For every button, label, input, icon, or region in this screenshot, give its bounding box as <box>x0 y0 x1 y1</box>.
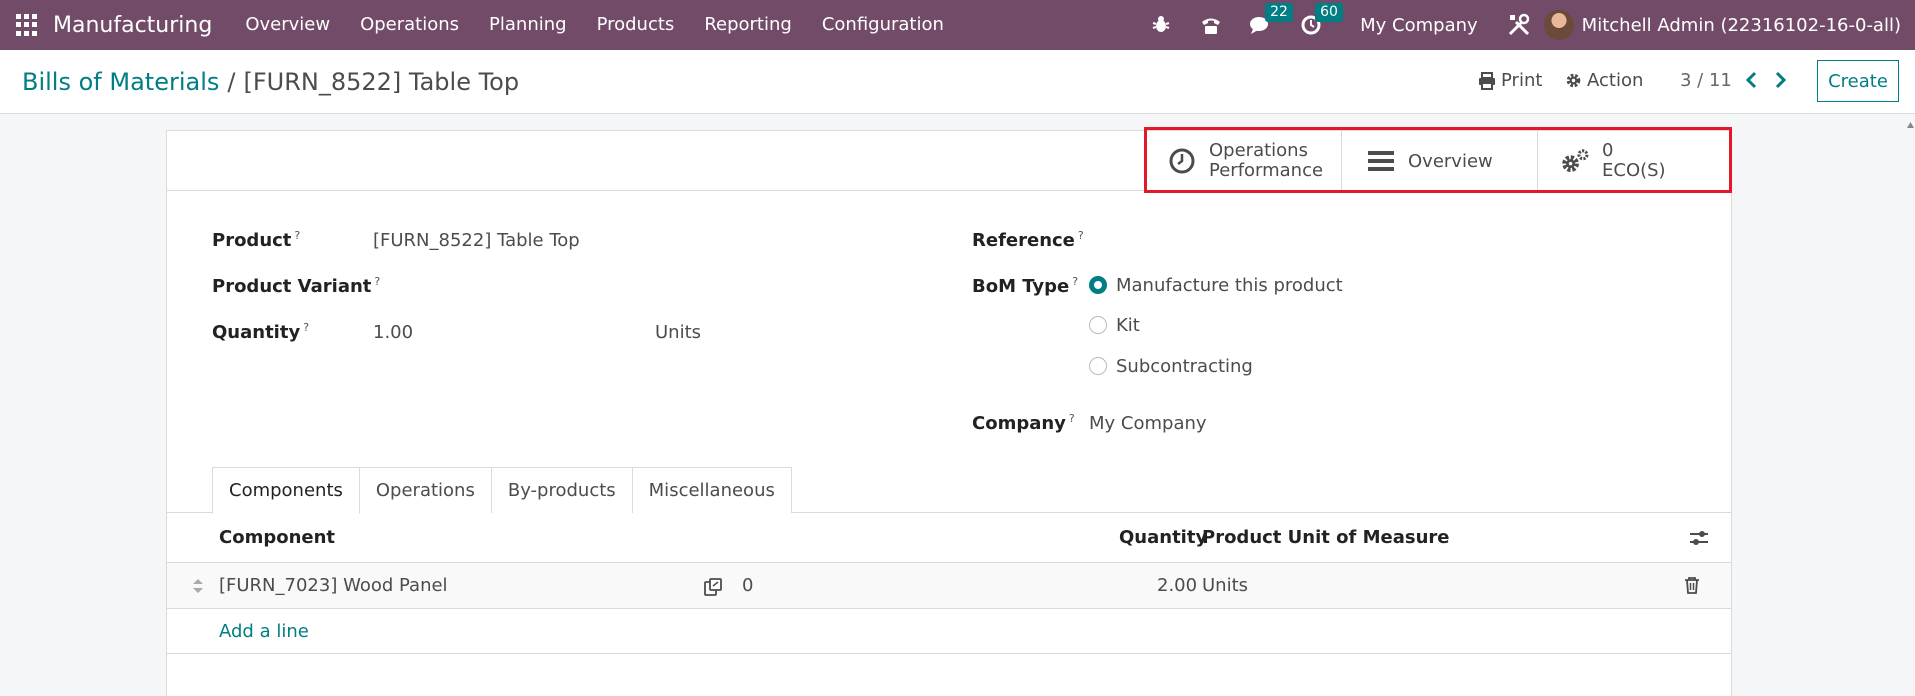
print-button[interactable]: Print <box>1478 70 1542 91</box>
activity-clock-icon[interactable]: 60 <box>1299 3 1343 37</box>
breadcrumb-separator: / <box>227 68 236 96</box>
company-field[interactable]: My Company <box>1089 413 1207 434</box>
printer-icon <box>1479 71 1495 90</box>
quantity-label: Quantity? <box>212 321 310 343</box>
chat-count-badge: 22 <box>1265 3 1293 22</box>
drag-handle-icon[interactable] <box>192 577 204 595</box>
help-icon[interactable]: ? <box>1069 412 1075 425</box>
help-icon[interactable]: ? <box>294 229 300 242</box>
action-button[interactable]: Action <box>1565 70 1643 91</box>
column-component[interactable]: Component <box>219 527 335 548</box>
product-variant-field[interactable] <box>373 275 773 297</box>
pager-value[interactable]: 3 / 11 <box>1680 70 1732 91</box>
bom-type-kit-label[interactable]: Kit <box>1116 315 1140 336</box>
quantity-field[interactable]: 1.00 <box>373 322 413 343</box>
create-button[interactable]: Create <box>1817 60 1899 102</box>
phone-icon[interactable] <box>1199 13 1223 37</box>
table-bottom-divider <box>167 653 1731 654</box>
row-forecast: 0 <box>742 575 754 596</box>
control-panel: Bills of Materials / [FURN_8522] Table Top… <box>0 50 1915 114</box>
trash-icon[interactable] <box>1684 576 1700 594</box>
help-icon[interactable]: ? <box>1072 275 1078 288</box>
row-quantity[interactable]: 2.00 <box>1157 575 1197 596</box>
bom-type-subcontracting-label[interactable]: Subcontracting <box>1116 356 1253 377</box>
tab-operations[interactable]: Operations <box>358 467 492 513</box>
bom-type-manufacture-radio[interactable] <box>1089 276 1107 294</box>
activity-count-badge: 60 <box>1315 3 1343 22</box>
tools-icon[interactable] <box>1507 13 1531 37</box>
quantity-uom-field[interactable]: Units <box>655 322 701 343</box>
menu-configuration[interactable]: Configuration <box>807 0 959 50</box>
breadcrumb-current: [FURN_8522] Table Top <box>243 68 520 96</box>
breadcrumb-bills-of-materials[interactable]: Bills of Materials <box>22 68 219 96</box>
bom-type-kit-radio[interactable] <box>1089 316 1107 334</box>
app-name[interactable]: Manufacturing <box>53 13 212 38</box>
user-menu[interactable]: Mitchell Admin (22316102-16-0-all) <box>1582 15 1901 36</box>
pager-next-icon[interactable] <box>1770 70 1790 90</box>
help-icon[interactable]: ? <box>1078 229 1084 242</box>
page-scrollbar[interactable] <box>1906 118 1915 696</box>
bom-type-subcontracting-radio[interactable] <box>1089 357 1107 375</box>
product-variant-label: Product Variant? <box>212 275 381 297</box>
menu-planning[interactable]: Planning <box>474 0 582 50</box>
optional-columns-icon[interactable] <box>1689 529 1709 547</box>
menu-products[interactable]: Products <box>582 0 690 50</box>
column-uom[interactable]: Product Unit of Measure <box>1202 527 1450 548</box>
gear-icon <box>1566 73 1581 88</box>
components-table-header: Component Quantity Product Unit of Measu… <box>167 513 1731 563</box>
menu-overview[interactable]: Overview <box>230 0 345 50</box>
chat-icon[interactable]: 22 <box>1249 3 1293 37</box>
pager-previous-icon[interactable] <box>1742 70 1762 90</box>
top-navbar: Manufacturing Overview Operations Planni… <box>0 0 1915 50</box>
row-uom[interactable]: Units <box>1202 575 1248 596</box>
company-switcher[interactable]: My Company <box>1360 15 1478 36</box>
column-quantity[interactable]: Quantity <box>1119 527 1207 548</box>
smart-buttons-highlight-box <box>1144 127 1732 193</box>
bug-icon[interactable] <box>1149 13 1173 37</box>
add-a-line-link[interactable]: Add a line <box>219 621 309 642</box>
notebook-tabs: Components Operations By-products Miscel… <box>212 467 792 514</box>
help-icon[interactable]: ? <box>303 321 309 334</box>
menu-reporting[interactable]: Reporting <box>689 0 807 50</box>
product-label: Product? <box>212 229 301 251</box>
reference-label: Reference? <box>972 229 1084 251</box>
action-label: Action <box>1587 70 1644 91</box>
user-avatar[interactable] <box>1543 10 1574 40</box>
breadcrumb: Bills of Materials / [FURN_8522] Table Top <box>22 68 519 96</box>
reference-field[interactable] <box>1089 229 1689 251</box>
row-component[interactable]: [FURN_7023] Wood Panel <box>219 575 448 596</box>
bom-type-label: BoM Type? <box>972 275 1079 297</box>
form-sheet: Operations Performance Overview 0 ECO(S)… <box>166 130 1732 696</box>
menu-operations[interactable]: Operations <box>345 0 474 50</box>
bom-type-manufacture-label[interactable]: Manufacture this product <box>1116 275 1343 296</box>
tab-components[interactable]: Components <box>212 467 360 514</box>
table-row[interactable]: [FURN_7023] Wood Panel 0 2.00 Units <box>167 563 1731 609</box>
apps-grid-icon[interactable] <box>16 14 38 36</box>
print-label: Print <box>1501 70 1543 91</box>
tab-by-products[interactable]: By-products <box>490 467 633 513</box>
forecast-report-icon[interactable] <box>703 577 723 597</box>
tab-miscellaneous[interactable]: Miscellaneous <box>631 467 792 513</box>
product-field[interactable]: [FURN_8522] Table Top <box>373 230 580 251</box>
company-label: Company? <box>972 412 1075 434</box>
